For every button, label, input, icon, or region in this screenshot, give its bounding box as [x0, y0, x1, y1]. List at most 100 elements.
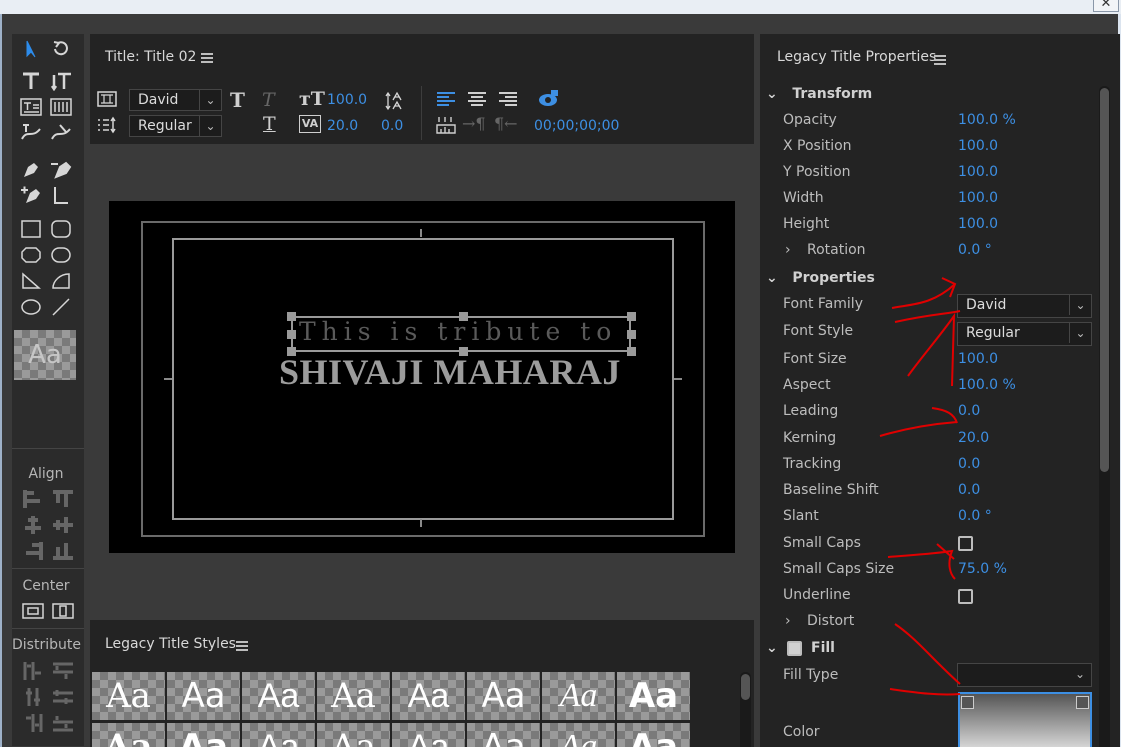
style-swatch[interactable]: Aa	[167, 723, 240, 747]
align-left-text-icon[interactable]	[433, 88, 459, 110]
fill-section[interactable]: ⌄	[766, 640, 778, 656]
style-swatch[interactable]: Aa	[467, 672, 540, 720]
properties-panel-menu-icon[interactable]	[934, 55, 946, 65]
path-type-tool-icon[interactable]	[18, 122, 44, 144]
title-panel-menu-icon[interactable]	[201, 53, 213, 63]
style-swatch[interactable]: Aa	[617, 672, 690, 720]
prop-value[interactable]: 0.0	[958, 456, 980, 472]
prop-value[interactable]: 0.0	[958, 482, 980, 498]
vertical-area-type-tool-icon[interactable]	[48, 96, 74, 118]
align-left-icon[interactable]	[20, 488, 46, 510]
prop-value[interactable]: 0.0 °	[958, 242, 992, 258]
vertical-path-type-tool-icon[interactable]	[48, 122, 74, 144]
background-video-icon[interactable]	[94, 88, 120, 110]
underline-checkbox[interactable]	[958, 589, 973, 604]
resize-handle[interactable]	[287, 347, 296, 356]
style-swatch[interactable]: Aa	[92, 723, 165, 747]
delete-anchor-tool-icon[interactable]	[48, 158, 74, 180]
timecode-value[interactable]: 00;00;00;00	[534, 118, 619, 134]
chevron-right-icon[interactable]: ›	[785, 613, 791, 629]
properties-section[interactable]: ⌄ Properties	[766, 270, 875, 286]
style-swatch[interactable]: Aa	[242, 723, 315, 747]
resize-handle[interactable]	[459, 312, 468, 321]
style-swatch[interactable]: Aa	[467, 723, 540, 747]
gradient-stop-right[interactable]	[1076, 696, 1089, 709]
font-size-value[interactable]: 100.0	[327, 92, 367, 108]
style-swatch[interactable]: Aa	[92, 672, 165, 720]
wedge-tool-icon[interactable]	[18, 270, 44, 292]
fill-checkbox[interactable]	[787, 641, 802, 656]
style-swatch[interactable]: Aa	[542, 723, 615, 747]
clipped-corner-rectangle-tool-icon[interactable]	[18, 244, 44, 266]
paragraph-rtl-icon[interactable]: ¶←	[494, 114, 518, 133]
style-swatch[interactable]: Aa	[167, 672, 240, 720]
area-type-tool-icon[interactable]	[18, 96, 44, 118]
align-horizontal-center-icon[interactable]	[20, 514, 46, 536]
underline-icon[interactable]: T	[263, 113, 276, 135]
style-swatch[interactable]: Aa	[317, 723, 390, 747]
rounded-rectangle-tool-icon[interactable]	[48, 218, 74, 240]
scroll-thumb[interactable]	[741, 674, 750, 700]
resize-handle[interactable]	[287, 312, 296, 321]
fill-type-select[interactable]: ⌄	[957, 663, 1092, 687]
vertical-type-tool-icon[interactable]	[48, 70, 74, 92]
font-style-dropdown[interactable]: Regular ⌄	[129, 115, 222, 137]
prop-value[interactable]: 20.0	[958, 430, 989, 446]
style-swatch[interactable]: Aa	[617, 723, 690, 747]
font-family-dropdown[interactable]: David ⌄	[129, 89, 222, 111]
selection-tool-icon[interactable]	[18, 38, 44, 60]
distribute-right-icon[interactable]	[20, 712, 46, 734]
round-rectangle-tool-icon[interactable]	[48, 244, 74, 266]
leading-value[interactable]: 0.0	[381, 118, 403, 134]
convert-anchor-tool-icon[interactable]	[48, 184, 74, 206]
prop-value[interactable]: 100.0	[958, 216, 998, 232]
ellipse-tool-icon[interactable]	[18, 296, 44, 318]
distribute-bottom-icon[interactable]	[50, 712, 76, 734]
styles-panel-menu-icon[interactable]	[236, 641, 248, 651]
center-vertical-icon[interactable]	[50, 600, 76, 622]
rotate-tool-icon[interactable]	[48, 38, 74, 60]
style-swatch[interactable]: Aa	[392, 723, 465, 747]
prop-value[interactable]: 100.0	[958, 164, 998, 180]
align-top-icon[interactable]	[50, 488, 76, 510]
font-style-select[interactable]: Regular ⌄	[957, 322, 1092, 346]
prop-value[interactable]: 100.0 %	[958, 377, 1016, 393]
font-family-select[interactable]: David ⌄	[957, 294, 1092, 318]
resize-handle[interactable]	[627, 330, 636, 339]
arc-tool-icon[interactable]	[48, 270, 74, 292]
tab-ruler-icon[interactable]	[433, 114, 459, 136]
transform-section[interactable]: ⌄ Transform	[766, 86, 872, 102]
rectangle-tool-icon[interactable]	[18, 218, 44, 240]
distribute-left-icon[interactable]	[20, 660, 46, 682]
prop-value[interactable]: 75.0 %	[958, 561, 1007, 577]
kerning-value[interactable]: 20.0	[327, 118, 358, 134]
prop-value[interactable]: 100.0 %	[958, 112, 1016, 128]
style-swatch[interactable]: Aa	[242, 672, 315, 720]
chevron-right-icon[interactable]: ›	[785, 242, 791, 258]
style-swatch[interactable]: Aa	[317, 672, 390, 720]
video-frame[interactable]: This is tribute to SHIVAJI MAHARAJ	[109, 201, 735, 553]
distribute-center-h-icon[interactable]	[20, 686, 46, 708]
resize-handle[interactable]	[627, 312, 636, 321]
align-right-icon[interactable]	[20, 540, 46, 562]
add-anchor-tool-icon[interactable]	[18, 184, 44, 206]
title-text-line-2[interactable]: SHIVAJI MAHARAJ	[279, 351, 621, 393]
small-caps-checkbox[interactable]	[958, 536, 973, 551]
resize-handle[interactable]	[287, 330, 296, 339]
close-window-button[interactable]: ✕	[1093, 0, 1119, 12]
prop-value[interactable]: 100.0	[958, 351, 998, 367]
show-background-video-icon[interactable]	[535, 88, 561, 110]
distribute-top-icon[interactable]	[50, 660, 76, 682]
prop-value[interactable]: 0.0 °	[958, 508, 992, 524]
line-tool-icon[interactable]	[48, 296, 74, 318]
properties-scrollbar[interactable]	[1099, 86, 1110, 747]
pen-tool-icon[interactable]	[18, 158, 44, 180]
align-center-text-icon[interactable]	[464, 88, 490, 110]
distribute-center-v-icon[interactable]	[50, 686, 76, 708]
prop-value[interactable]: 100.0	[958, 138, 998, 154]
italic-icon[interactable]: T	[262, 89, 275, 111]
tab-stops-icon[interactable]	[94, 114, 120, 136]
styles-scrollbar[interactable]	[740, 672, 751, 747]
resize-handle[interactable]	[627, 347, 636, 356]
align-bottom-icon[interactable]	[50, 540, 76, 562]
